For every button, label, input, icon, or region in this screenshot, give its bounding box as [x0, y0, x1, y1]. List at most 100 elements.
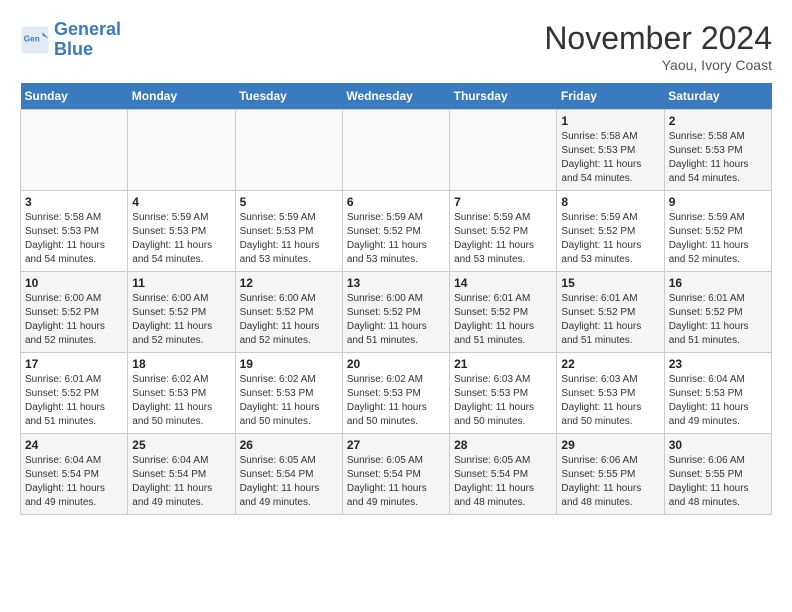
- day-number: 4: [132, 195, 230, 209]
- day-info: Sunrise: 6:02 AM Sunset: 5:53 PM Dayligh…: [240, 373, 338, 429]
- logo: Gen General Blue: [20, 20, 121, 60]
- calendar-cell: 29Sunrise: 6:06 AM Sunset: 5:55 PM Dayli…: [557, 434, 664, 515]
- calendar-cell: 3 Sunrise: 5:58 AM Sunset: 5:53 PM Daylig…: [21, 191, 128, 272]
- calendar-cell: [21, 110, 128, 191]
- day-number: 30: [669, 438, 767, 452]
- day-info: Sunrise: 6:02 AM Sunset: 5:53 PM Dayligh…: [347, 373, 445, 429]
- day-number: 12: [240, 276, 338, 290]
- day-number: 24: [25, 438, 123, 452]
- calendar-cell: [235, 110, 342, 191]
- weekday-header-sunday: Sunday: [21, 83, 128, 110]
- day-number: 3: [25, 195, 123, 209]
- day-info: Sunrise: 5:58 AM Sunset: 5:53 PM Dayligh…: [561, 130, 659, 186]
- day-info: Sunrise: 6:06 AM Sunset: 5:55 PM Dayligh…: [669, 454, 767, 510]
- title-block: November 2024 Yaou, Ivory Coast: [544, 20, 772, 73]
- calendar-cell: 21 Sunrise: 6:03 AM Sunset: 5:53 PM Dayli…: [450, 353, 557, 434]
- day-info: Sunrise: 6:05 AM Sunset: 5:54 PM Dayligh…: [240, 454, 338, 510]
- day-number: 6: [347, 195, 445, 209]
- day-number: 2: [669, 114, 767, 128]
- day-number: 9: [669, 195, 767, 209]
- calendar-cell: 19 Sunrise: 6:02 AM Sunset: 5:53 PM Dayli…: [235, 353, 342, 434]
- calendar-cell: [342, 110, 449, 191]
- calendar-cell: 10 Sunrise: 6:00 AM Sunset: 5:52 PM Dayli…: [21, 272, 128, 353]
- calendar-cell: 25 Sunrise: 6:04 AM Sunset: 5:54 PM Dayli…: [128, 434, 235, 515]
- day-info: Sunrise: 6:02 AM Sunset: 5:53 PM Dayligh…: [132, 373, 230, 429]
- calendar-cell: 6 Sunrise: 5:59 AM Sunset: 5:52 PM Daylig…: [342, 191, 449, 272]
- week-row-2: 3 Sunrise: 5:58 AM Sunset: 5:53 PM Daylig…: [21, 191, 772, 272]
- day-info: Sunrise: 5:59 AM Sunset: 5:53 PM Dayligh…: [240, 211, 338, 267]
- calendar-cell: 2 Sunrise: 5:58 AM Sunset: 5:53 PM Daylig…: [664, 110, 771, 191]
- day-number: 27: [347, 438, 445, 452]
- logo-icon: Gen: [20, 25, 50, 55]
- day-info: Sunrise: 6:04 AM Sunset: 5:53 PM Dayligh…: [669, 373, 767, 429]
- day-info: Sunrise: 6:01 AM Sunset: 5:52 PM Dayligh…: [454, 292, 552, 348]
- day-number: 15: [561, 276, 659, 290]
- day-info: Sunrise: 6:03 AM Sunset: 5:53 PM Dayligh…: [454, 373, 552, 429]
- calendar-cell: 22 Sunrise: 6:03 AM Sunset: 5:53 PM Dayli…: [557, 353, 664, 434]
- day-info: Sunrise: 5:59 AM Sunset: 5:52 PM Dayligh…: [669, 211, 767, 267]
- day-info: Sunrise: 6:05 AM Sunset: 5:54 PM Dayligh…: [347, 454, 445, 510]
- day-number: 25: [132, 438, 230, 452]
- calendar-cell: 5 Sunrise: 5:59 AM Sunset: 5:53 PM Daylig…: [235, 191, 342, 272]
- day-info: Sunrise: 6:05 AM Sunset: 5:54 PM Dayligh…: [454, 454, 552, 510]
- day-info: Sunrise: 5:59 AM Sunset: 5:53 PM Dayligh…: [132, 211, 230, 267]
- day-info: Sunrise: 5:59 AM Sunset: 5:52 PM Dayligh…: [347, 211, 445, 267]
- calendar-cell: 30 Sunrise: 6:06 AM Sunset: 5:55 PM Dayli…: [664, 434, 771, 515]
- calendar-cell: [128, 110, 235, 191]
- day-number: 13: [347, 276, 445, 290]
- day-number: 17: [25, 357, 123, 371]
- day-number: 7: [454, 195, 552, 209]
- svg-text:Gen: Gen: [24, 34, 40, 43]
- calendar-cell: 26 Sunrise: 6:05 AM Sunset: 5:54 PM Dayli…: [235, 434, 342, 515]
- day-info: Sunrise: 5:58 AM Sunset: 5:53 PM Dayligh…: [25, 211, 123, 267]
- day-info: Sunrise: 6:00 AM Sunset: 5:52 PM Dayligh…: [132, 292, 230, 348]
- location-subtitle: Yaou, Ivory Coast: [544, 57, 772, 73]
- day-info: Sunrise: 5:59 AM Sunset: 5:52 PM Dayligh…: [454, 211, 552, 267]
- day-info: Sunrise: 5:59 AM Sunset: 5:52 PM Dayligh…: [561, 211, 659, 267]
- calendar-cell: 18Sunrise: 6:02 AM Sunset: 5:53 PM Dayli…: [128, 353, 235, 434]
- day-number: 19: [240, 357, 338, 371]
- day-number: 29: [561, 438, 659, 452]
- day-info: Sunrise: 6:00 AM Sunset: 5:52 PM Dayligh…: [347, 292, 445, 348]
- day-number: 10: [25, 276, 123, 290]
- day-number: 26: [240, 438, 338, 452]
- calendar-cell: 20Sunrise: 6:02 AM Sunset: 5:53 PM Dayli…: [342, 353, 449, 434]
- day-number: 22: [561, 357, 659, 371]
- calendar-cell: 1 Sunrise: 5:58 AM Sunset: 5:53 PM Daylig…: [557, 110, 664, 191]
- day-number: 21: [454, 357, 552, 371]
- calendar-cell: 17 Sunrise: 6:01 AM Sunset: 5:52 PM Dayli…: [21, 353, 128, 434]
- weekday-header-friday: Friday: [557, 83, 664, 110]
- day-number: 8: [561, 195, 659, 209]
- calendar-cell: 15Sunrise: 6:01 AM Sunset: 5:52 PM Dayli…: [557, 272, 664, 353]
- day-info: Sunrise: 6:00 AM Sunset: 5:52 PM Dayligh…: [25, 292, 123, 348]
- week-row-1: 1 Sunrise: 5:58 AM Sunset: 5:53 PM Daylig…: [21, 110, 772, 191]
- weekday-header-row: SundayMondayTuesdayWednesdayThursdayFrid…: [21, 83, 772, 110]
- week-row-5: 24 Sunrise: 6:04 AM Sunset: 5:54 PM Dayli…: [21, 434, 772, 515]
- weekday-header-monday: Monday: [128, 83, 235, 110]
- week-row-3: 10 Sunrise: 6:00 AM Sunset: 5:52 PM Dayli…: [21, 272, 772, 353]
- weekday-header-thursday: Thursday: [450, 83, 557, 110]
- day-info: Sunrise: 6:03 AM Sunset: 5:53 PM Dayligh…: [561, 373, 659, 429]
- calendar-cell: 12 Sunrise: 6:00 AM Sunset: 5:52 PM Dayli…: [235, 272, 342, 353]
- page-header: Gen General Blue November 2024 Yaou, Ivo…: [20, 20, 772, 73]
- calendar-cell: 4 Sunrise: 5:59 AM Sunset: 5:53 PM Daylig…: [128, 191, 235, 272]
- day-info: Sunrise: 6:01 AM Sunset: 5:52 PM Dayligh…: [669, 292, 767, 348]
- calendar-cell: 7 Sunrise: 5:59 AM Sunset: 5:52 PM Daylig…: [450, 191, 557, 272]
- month-title: November 2024: [544, 20, 772, 57]
- calendar-cell: [450, 110, 557, 191]
- calendar-cell: 13 Sunrise: 6:00 AM Sunset: 5:52 PM Dayli…: [342, 272, 449, 353]
- day-info: Sunrise: 6:00 AM Sunset: 5:52 PM Dayligh…: [240, 292, 338, 348]
- calendar-cell: 24Sunrise: 6:04 AM Sunset: 5:54 PM Dayli…: [21, 434, 128, 515]
- calendar-cell: 23 Sunrise: 6:04 AM Sunset: 5:53 PM Dayli…: [664, 353, 771, 434]
- calendar-cell: 28Sunrise: 6:05 AM Sunset: 5:54 PM Dayli…: [450, 434, 557, 515]
- calendar-cell: 14Sunrise: 6:01 AM Sunset: 5:52 PM Dayli…: [450, 272, 557, 353]
- day-info: Sunrise: 6:01 AM Sunset: 5:52 PM Dayligh…: [25, 373, 123, 429]
- day-info: Sunrise: 6:04 AM Sunset: 5:54 PM Dayligh…: [132, 454, 230, 510]
- weekday-header-wednesday: Wednesday: [342, 83, 449, 110]
- day-number: 5: [240, 195, 338, 209]
- day-number: 23: [669, 357, 767, 371]
- day-number: 16: [669, 276, 767, 290]
- day-number: 1: [561, 114, 659, 128]
- calendar-table: SundayMondayTuesdayWednesdayThursdayFrid…: [20, 83, 772, 515]
- day-info: Sunrise: 5:58 AM Sunset: 5:53 PM Dayligh…: [669, 130, 767, 186]
